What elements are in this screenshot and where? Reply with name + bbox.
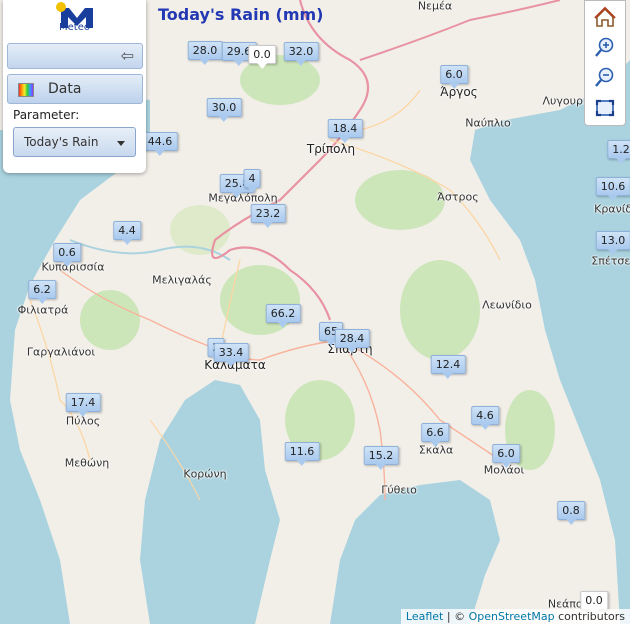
rain-marker[interactable]: 12.4 <box>430 355 466 379</box>
rain-marker[interactable]: 23.2 <box>250 204 286 228</box>
place-label: Μεθώνη <box>64 456 110 470</box>
place-label: Άστρος <box>437 190 479 204</box>
place-label: Κρανίδι <box>594 202 630 216</box>
map-attribution: Leaflet | © OpenStreetMap contributors <box>400 609 630 624</box>
place-label: Νεμέα <box>417 0 453 13</box>
rain-marker[interactable]: 44.6 <box>142 132 178 156</box>
data-button[interactable]: Data <box>7 74 143 104</box>
rain-marker[interactable]: 30.0 <box>206 98 242 122</box>
rain-marker[interactable]: 0.0 <box>580 591 608 615</box>
place-label: Σπέτσες <box>591 254 630 268</box>
attribution-suffix: contributors <box>554 610 625 623</box>
collapse-panel-button[interactable]: ⇦ <box>7 43 143 69</box>
collapse-arrow-icon: ⇦ <box>120 46 134 65</box>
place-label: Άργος <box>440 85 478 99</box>
home-icon[interactable] <box>591 4 619 30</box>
map-title: Today's Rain (mm) <box>158 5 324 24</box>
chevron-down-icon <box>117 141 125 146</box>
zoom-in-icon[interactable] <box>591 34 619 60</box>
rain-marker[interactable]: 28.0 <box>187 41 223 65</box>
place-label: Μεγαλόπολη <box>208 191 278 205</box>
logo-text: Meteo <box>59 22 90 33</box>
rain-marker[interactable]: 6.2 <box>28 280 56 304</box>
rain-marker[interactable]: 11.6 <box>284 442 320 466</box>
attribution-separator: | © <box>443 610 469 623</box>
rain-marker[interactable]: 6.0 <box>440 65 468 89</box>
rain-marker[interactable]: 66.2 <box>265 304 301 328</box>
place-label: Κορώνη <box>183 467 227 481</box>
rain-marker[interactable]: 32.0 <box>283 42 319 66</box>
place-label: Μελιγαλάς <box>152 273 212 287</box>
control-panel: Meteo ⇦ Data Parameter: Today's Rain <box>3 0 146 173</box>
rain-marker[interactable]: 4.6 <box>471 406 499 430</box>
rain-marker[interactable]: 18.4 <box>327 119 363 143</box>
rain-marker[interactable]: 13.0 <box>595 231 630 255</box>
rain-marker[interactable]: 6.6 <box>421 423 449 447</box>
rain-marker[interactable]: 33.4 <box>213 343 249 367</box>
parameter-select-value: Today's Rain <box>24 135 99 149</box>
data-button-label: Data <box>48 81 82 97</box>
rain-marker[interactable]: 6.0 <box>492 444 520 468</box>
rain-marker[interactable]: 4.4 <box>113 221 141 245</box>
rain-marker[interactable]: 4 <box>243 169 261 193</box>
rain-marker[interactable]: 0.6 <box>53 243 81 267</box>
rain-marker[interactable]: 15.2 <box>363 446 399 470</box>
place-label: Λεωνίδιο <box>482 298 532 312</box>
rain-marker[interactable]: 10.6 <box>595 177 630 201</box>
parameter-select[interactable]: Today's Rain <box>13 127 136 157</box>
rain-marker[interactable]: 1.2 <box>607 140 630 164</box>
osm-link[interactable]: OpenStreetMap <box>469 610 555 623</box>
data-colorbar-icon <box>18 83 34 97</box>
rain-marker[interactable]: 28.4 <box>334 329 370 353</box>
rain-marker[interactable]: 0.8 <box>557 501 585 525</box>
rain-marker[interactable]: 17.4 <box>65 393 101 417</box>
place-label: Ναύπλιο <box>465 116 511 130</box>
fullscreen-icon[interactable] <box>591 95 619 121</box>
place-label: Γύθειο <box>381 483 417 497</box>
map-controls <box>584 0 626 126</box>
leaflet-link[interactable]: Leaflet <box>406 610 443 623</box>
rain-marker[interactable]: 0.0 <box>248 45 276 69</box>
zoom-out-icon[interactable] <box>591 64 619 90</box>
parameter-label: Parameter: <box>13 108 80 122</box>
place-label: Φιλιατρά <box>17 303 69 317</box>
place-label: Κυπαρισσία <box>41 260 105 274</box>
place-label: Τρίπολη <box>306 142 356 156</box>
place-label: Γαργαλιάνοι <box>26 345 96 359</box>
